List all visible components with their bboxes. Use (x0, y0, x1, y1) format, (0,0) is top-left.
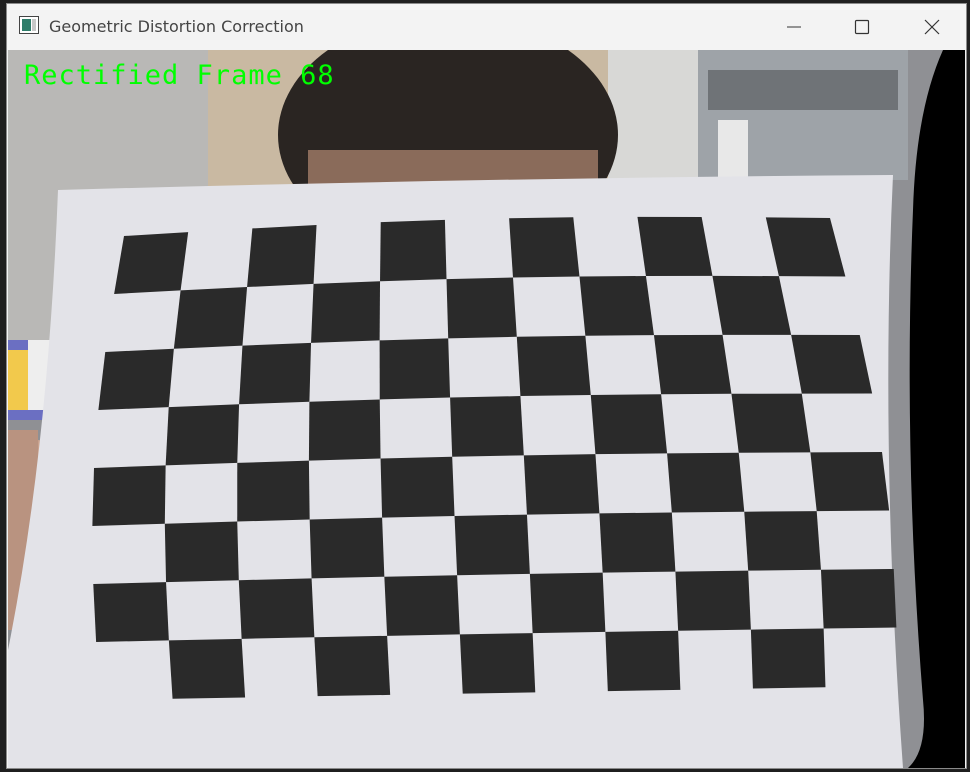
checker-square (529, 572, 606, 634)
camera-scene (8, 50, 965, 768)
checker-square (380, 456, 455, 518)
camera-frame: Rectified Frame 68 (8, 50, 965, 768)
checker-square (450, 396, 524, 457)
checker-square (820, 569, 897, 629)
maximize-button[interactable] (827, 4, 897, 50)
checker-square (384, 575, 460, 636)
checker-square (637, 216, 713, 276)
checker-square (168, 638, 246, 699)
checker-square (379, 338, 451, 400)
checker-square (675, 570, 751, 631)
checker-square (311, 281, 381, 343)
checker-square (237, 460, 310, 522)
checker-square (599, 512, 676, 573)
checker-square (590, 394, 668, 455)
checker-square (454, 514, 530, 576)
close-icon (924, 19, 940, 35)
checker-square (579, 275, 654, 336)
checker-square (164, 521, 239, 583)
checker-square (239, 342, 312, 405)
checker-square (667, 452, 745, 513)
checker-square (509, 217, 580, 278)
checker-square (380, 219, 447, 282)
checker-square (92, 465, 166, 526)
app-window: Geometric Distortion Correction Rectifie… (6, 3, 967, 769)
checker-square (314, 635, 391, 697)
checker-square (653, 334, 732, 395)
checker-square (446, 277, 517, 339)
checker-square (98, 348, 174, 410)
checker-square (459, 633, 536, 694)
checker-square (712, 275, 792, 335)
checker-square (93, 582, 169, 642)
checker-square (605, 630, 681, 692)
minimize-icon (787, 26, 801, 28)
checker-square (516, 335, 591, 397)
checker-square (247, 225, 317, 288)
title-bar[interactable]: Geometric Distortion Correction (7, 4, 966, 50)
checker-square (309, 517, 385, 579)
image-window-icon (19, 16, 39, 34)
checker-square (114, 232, 189, 294)
checker-square (731, 393, 811, 453)
checker-square (744, 511, 821, 571)
checker-square (810, 452, 890, 512)
close-button[interactable] (897, 4, 967, 50)
checker-square (165, 404, 240, 466)
minimize-button[interactable] (759, 4, 829, 50)
checker-square (791, 334, 873, 394)
frame-label: Rectified Frame 68 (24, 60, 335, 91)
checker-square (523, 454, 600, 515)
maximize-icon (854, 19, 870, 35)
checker-square (308, 399, 381, 461)
checker-square (173, 287, 248, 349)
checker-square (750, 628, 826, 689)
window-title: Geometric Distortion Correction (49, 17, 304, 36)
checker-square (238, 578, 315, 639)
